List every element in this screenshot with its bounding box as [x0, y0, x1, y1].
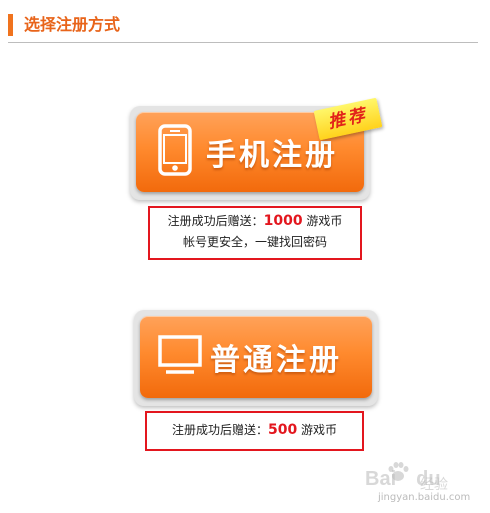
reward-prefix: 注册成功后赠送：	[171, 423, 268, 437]
reward-suffix: 游戏币	[302, 214, 343, 228]
baidu-paw-icon	[388, 462, 409, 481]
recommended-badge: 推荐	[313, 97, 383, 141]
normal-register-frame: 普通注册	[134, 310, 378, 406]
mobile-register-security-line: 帐号更安全，一键找回密码	[182, 235, 327, 249]
normal-register-label: 普通注册	[210, 343, 342, 378]
mobile-register-reward-line: 注册成功后赠送：1000 游戏币	[150, 211, 360, 232]
watermark-sub: 经验	[420, 477, 448, 493]
mobile-register-info: 注册成功后赠送：1000 游戏币 帐号更安全，一键找回密码	[148, 206, 362, 260]
reward-suffix: 游戏币	[297, 423, 338, 437]
reward-amount: 500	[267, 422, 298, 438]
reward-amount: 1000	[263, 213, 303, 229]
page-title: 选择注册方式	[24, 15, 121, 34]
reward-prefix: 注册成功后赠送：	[167, 214, 264, 228]
watermark-url: jingyan.baidu.com	[378, 492, 471, 503]
mobile-phone-icon	[158, 124, 192, 180]
section-header: 选择注册方式	[8, 14, 478, 43]
normal-register-info: 注册成功后赠送：500 游戏币	[145, 411, 364, 451]
normal-register-button[interactable]: 普通注册	[140, 316, 372, 398]
header-accent-bar	[8, 14, 13, 36]
monitor-icon	[158, 335, 202, 379]
